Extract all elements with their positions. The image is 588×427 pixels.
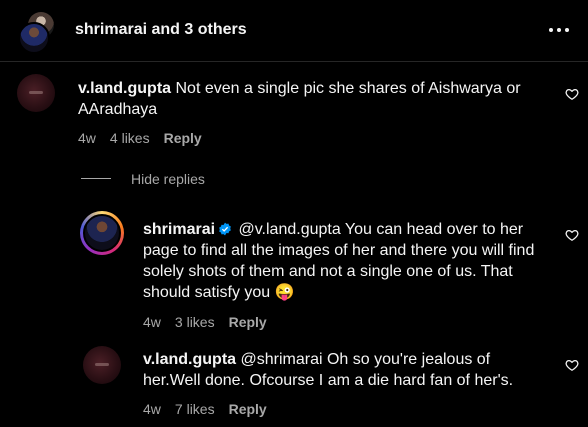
hide-replies-button[interactable]: Hide replies <box>131 171 205 187</box>
comment-time: 4w <box>78 130 96 146</box>
heart-icon[interactable] <box>565 87 579 101</box>
comment-meta: 4w 4 likes Reply <box>78 130 202 146</box>
comment-username[interactable]: v.land.gupta <box>143 351 236 368</box>
stacked-avatars[interactable] <box>18 12 56 54</box>
comment-likes[interactable]: 4 likes <box>110 130 150 146</box>
verified-badge-icon <box>219 222 231 236</box>
comment-username[interactable]: v.land.gupta <box>78 80 171 97</box>
comment-avatar[interactable] <box>80 211 124 255</box>
heart-icon[interactable] <box>565 228 579 242</box>
comment-meta: 4w 7 likes Reply <box>143 401 267 417</box>
avatar <box>18 22 50 54</box>
comment-likes[interactable]: 3 likes <box>175 314 215 330</box>
divider-line <box>81 178 111 179</box>
comment-avatar[interactable] <box>17 74 55 112</box>
comment-likes[interactable]: 7 likes <box>175 401 215 417</box>
post-header: shrimarai and 3 others <box>0 0 588 62</box>
more-options-icon[interactable] <box>549 22 571 38</box>
comment-avatar[interactable] <box>83 346 121 384</box>
reply-button[interactable]: Reply <box>229 401 267 417</box>
reply-button[interactable]: Reply <box>164 130 202 146</box>
heart-icon[interactable] <box>565 358 579 372</box>
comment-time: 4w <box>143 314 161 330</box>
comment-body: v.land.gupta @shrimarai Oh so you're jea… <box>143 349 543 391</box>
reply-button[interactable]: Reply <box>229 314 267 330</box>
comment-meta: 4w 3 likes Reply <box>143 314 267 330</box>
comment-username[interactable]: shrimarai <box>143 221 215 238</box>
header-title[interactable]: shrimarai and 3 others <box>75 21 247 39</box>
comment-body: shrimarai @v.land.gupta You can head ove… <box>143 219 543 303</box>
emoji: 😜 <box>274 284 295 301</box>
comment-body: v.land.gupta Not even a single pic she s… <box>78 78 543 120</box>
comment-time: 4w <box>143 401 161 417</box>
